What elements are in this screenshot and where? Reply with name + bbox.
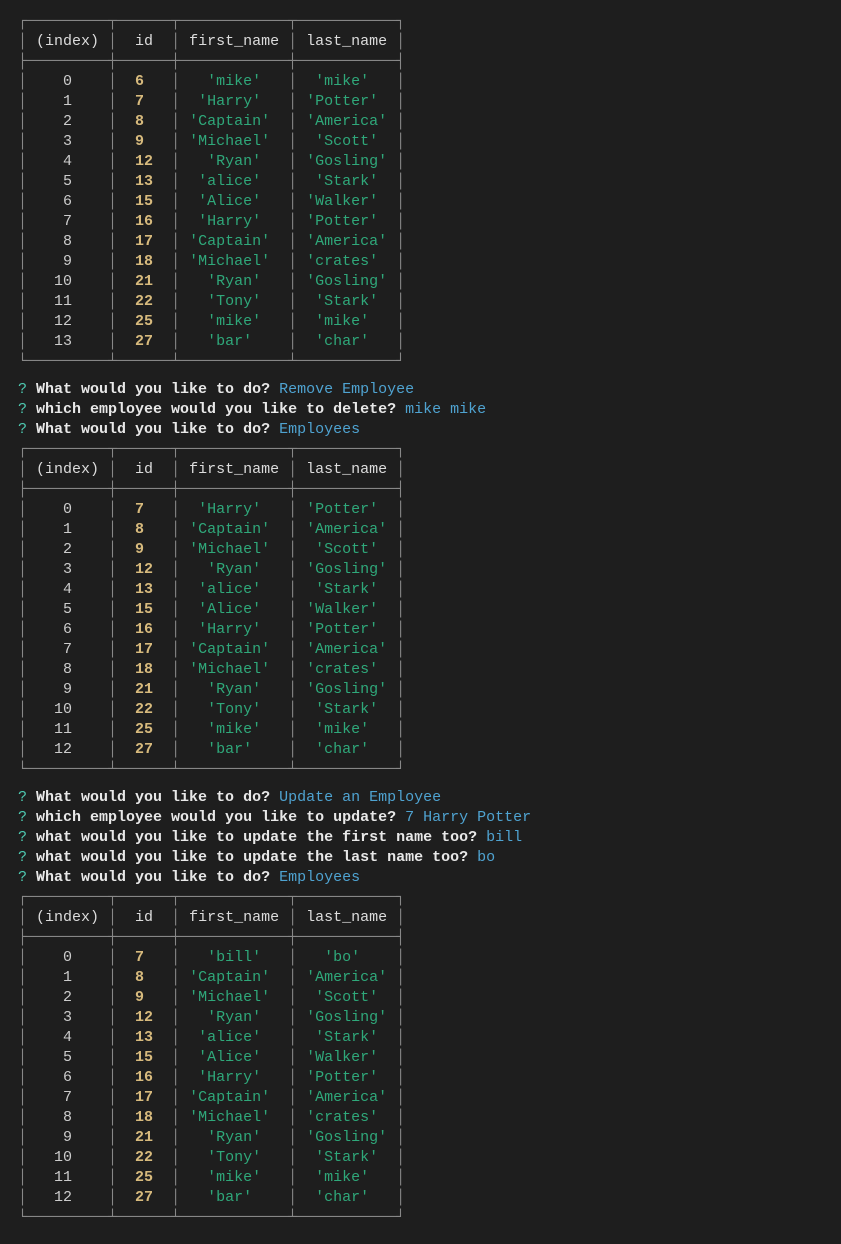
prompt-marker: ? xyxy=(18,401,27,418)
prompt-marker: ? xyxy=(18,849,27,866)
prompt-line: ? which employee would you like to delet… xyxy=(18,400,823,420)
prompt-question: what would you like to update the first … xyxy=(36,829,477,846)
prompt-line: ? What would you like to do? Employees xyxy=(18,420,823,440)
prompt-line: ? What would you like to do? Remove Empl… xyxy=(18,380,823,400)
prompt-answer: mike mike xyxy=(405,401,486,418)
prompt-question: which employee would you like to delete? xyxy=(36,401,396,418)
prompt-marker: ? xyxy=(18,381,27,398)
prompt-question: which employee would you like to update? xyxy=(36,809,396,826)
prompt-question: What would you like to do? xyxy=(36,381,270,398)
prompt-line: ? which employee would you like to updat… xyxy=(18,808,823,828)
prompt-marker: ? xyxy=(18,421,27,438)
prompt-answer: bill xyxy=(486,829,522,846)
prompt-question: What would you like to do? xyxy=(36,789,270,806)
console-table: ┌─────────┬──────┬────────────┬─────────… xyxy=(18,888,823,1228)
prompt-answer: bo xyxy=(477,849,495,866)
prompt-answer: Update an Employee xyxy=(279,789,441,806)
terminal-output: ┌─────────┬──────┬────────────┬─────────… xyxy=(18,12,823,1228)
prompt-marker: ? xyxy=(18,869,27,886)
prompt-block: ? What would you like to do? Remove Empl… xyxy=(18,380,823,440)
prompt-line: ? what would you like to update the firs… xyxy=(18,828,823,848)
prompt-marker: ? xyxy=(18,829,27,846)
prompt-answer: Employees xyxy=(279,869,360,886)
console-table: ┌─────────┬──────┬────────────┬─────────… xyxy=(18,440,823,780)
prompt-question: What would you like to do? xyxy=(36,421,270,438)
prompt-question: what would you like to update the last n… xyxy=(36,849,468,866)
prompt-answer: Remove Employee xyxy=(279,381,414,398)
prompt-line: ? What would you like to do? Update an E… xyxy=(18,788,823,808)
prompt-question: What would you like to do? xyxy=(36,869,270,886)
console-table: ┌─────────┬──────┬────────────┬─────────… xyxy=(18,12,823,372)
prompt-block: ? What would you like to do? Update an E… xyxy=(18,788,823,888)
prompt-answer: 7 Harry Potter xyxy=(405,809,531,826)
prompt-marker: ? xyxy=(18,789,27,806)
prompt-line: ? What would you like to do? Employees xyxy=(18,868,823,888)
prompt-answer: Employees xyxy=(279,421,360,438)
prompt-line: ? what would you like to update the last… xyxy=(18,848,823,868)
prompt-marker: ? xyxy=(18,809,27,826)
